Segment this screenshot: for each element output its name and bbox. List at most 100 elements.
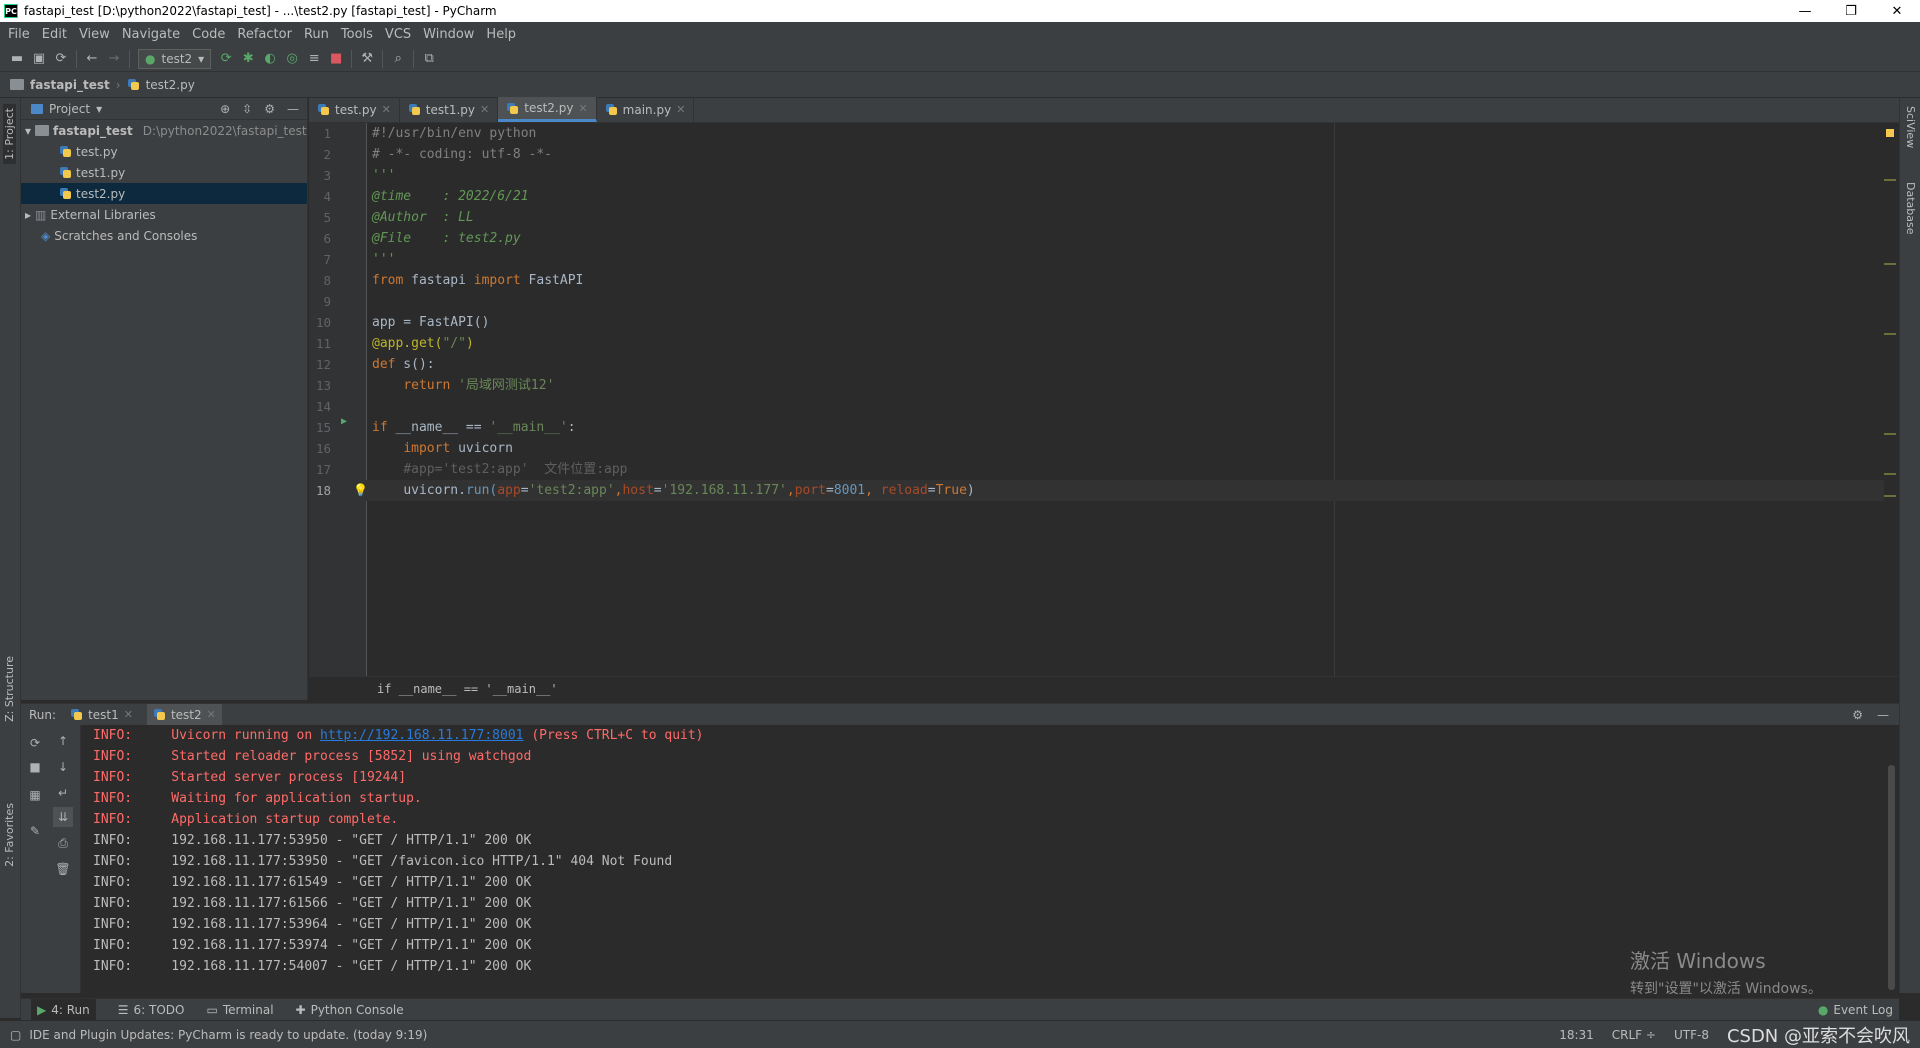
structure-tool-tab[interactable]: Z: Structure	[3, 656, 16, 722]
code-editor[interactable]: 1 2 3 4 5 6 7 8 9 10 11 12 13 14 15 16 1…	[309, 123, 1896, 676]
sciview-tool-tab[interactable]: SciView	[1904, 106, 1917, 148]
menu-edit[interactable]: Edit	[36, 27, 73, 42]
stop-icon[interactable]: ■	[25, 757, 45, 777]
run-tab-test1[interactable]: test1 ✕	[70, 708, 133, 722]
menu-view[interactable]: View	[73, 27, 116, 42]
breadcrumb-root[interactable]: fastapi_test	[30, 78, 110, 92]
python-console-tool-button[interactable]: ✚ Python Console	[296, 1003, 404, 1017]
coverage-icon[interactable]: ◐	[259, 48, 281, 70]
status-message[interactable]: IDE and Plugin Updates: PyCharm is ready…	[29, 1028, 427, 1042]
tree-item-scratches[interactable]: ◈ Scratches and Consoles	[21, 225, 307, 246]
concurrency-icon[interactable]: ≡	[303, 48, 325, 70]
forward-icon[interactable]: →	[103, 48, 125, 70]
menu-file[interactable]: File	[2, 27, 36, 42]
tab-test1-py[interactable]: test1.py ✕	[400, 97, 499, 122]
sync-icon[interactable]: ⟳	[50, 48, 72, 70]
code-token: FastAPI	[520, 273, 584, 288]
debug-icon[interactable]: ✱	[237, 48, 259, 70]
trash-icon[interactable]: 🗑	[53, 859, 73, 879]
back-icon[interactable]: ←	[81, 48, 103, 70]
stripe-mark[interactable]	[1884, 263, 1896, 265]
soft-wrap-icon[interactable]: ↵	[53, 783, 73, 803]
terminal-tool-button[interactable]: ▭ Terminal	[206, 1003, 273, 1017]
menu-window[interactable]: Window	[417, 27, 480, 42]
locate-icon[interactable]: ⊕	[220, 102, 230, 116]
close-icon[interactable]: ✕	[207, 708, 216, 721]
close-icon[interactable]: ✕	[382, 103, 391, 116]
arrow-down-icon[interactable]: ↓	[53, 757, 73, 777]
tab-label: test.py	[335, 102, 377, 117]
run-tab-label: test1	[88, 707, 119, 722]
menu-refactor[interactable]: Refactor	[231, 27, 298, 42]
save-all-icon[interactable]: ▣	[28, 48, 50, 70]
editor-breadcrumb-item[interactable]: if __name__ == '__main__'	[377, 682, 558, 696]
line-separator[interactable]: CRLF ÷	[1612, 1028, 1656, 1042]
code-token: reload	[880, 483, 928, 498]
stripe-mark[interactable]	[1884, 333, 1896, 335]
run-tab-test2[interactable]: test2 ✕	[146, 703, 222, 726]
menu-help[interactable]: Help	[480, 27, 522, 42]
restore-button[interactable]: ❐	[1828, 0, 1874, 22]
menu-navigate[interactable]: Navigate	[116, 27, 186, 42]
stripe-mark[interactable]	[1884, 495, 1896, 497]
tab-test2-py[interactable]: test2.py ✕	[498, 97, 597, 122]
run-console[interactable]: INFO: Uvicorn running on http://192.168.…	[81, 725, 1899, 993]
inspection-status-icon[interactable]	[1886, 129, 1894, 137]
console-line: INFO: 192.168.11.177:53964 - "GET / HTTP…	[93, 914, 531, 935]
code-line: #app='test2:app' 文件位置:app	[372, 459, 627, 480]
server-url-link[interactable]: http://192.168.11.177:8001	[320, 728, 524, 743]
close-icon[interactable]: ✕	[124, 708, 133, 721]
arrow-up-icon[interactable]: ↑	[53, 731, 73, 751]
profile-icon[interactable]: ◎	[281, 48, 303, 70]
tree-item-test-py[interactable]: test.py	[21, 141, 307, 162]
menu-run[interactable]: Run	[298, 27, 335, 42]
favorites-tool-tab[interactable]: 2: Favorites	[3, 803, 16, 867]
caret-position[interactable]: 18:31	[1559, 1028, 1594, 1042]
status-toggle-icon[interactable]: ▢	[10, 1028, 21, 1042]
console-scrollbar[interactable]	[1888, 765, 1895, 990]
rerun-icon[interactable]: ⟳	[215, 48, 237, 70]
pin-icon[interactable]: ✎	[25, 821, 45, 841]
stripe-mark[interactable]	[1884, 179, 1896, 181]
menu-vcs[interactable]: VCS	[379, 27, 417, 42]
gear-icon[interactable]: ⚙	[1852, 708, 1863, 722]
gear-icon[interactable]: ⚙	[264, 102, 275, 116]
settings-wrench-icon[interactable]: ⚒	[356, 48, 378, 70]
database-tool-tab[interactable]: Database	[1904, 182, 1917, 235]
tab-main-py[interactable]: main.py ✕	[597, 97, 695, 122]
tree-item-test2-py[interactable]: test2.py	[21, 183, 307, 204]
project-view-select[interactable]: Project	[49, 102, 90, 116]
stripe-mark[interactable]	[1884, 433, 1896, 435]
print-icon[interactable]: ⎙	[53, 833, 73, 853]
sdk-manager-icon[interactable]: ⧉	[418, 48, 440, 70]
stop-icon[interactable]: ■	[325, 48, 347, 70]
scroll-to-end-icon[interactable]: ⇊	[53, 807, 73, 827]
tree-item-external-libraries[interactable]: ▸ ▥ External Libraries	[21, 204, 307, 225]
menu-code[interactable]: Code	[186, 27, 231, 42]
todo-tool-button[interactable]: ☰ 6: TODO	[118, 1003, 185, 1017]
project-tool-tab[interactable]: 1: Project	[3, 104, 16, 164]
minimize-button[interactable]: —	[1782, 0, 1828, 22]
tab-test-py[interactable]: test.py ✕	[309, 97, 400, 122]
layout-icon[interactable]: ▦	[25, 785, 45, 805]
close-icon[interactable]: ✕	[676, 103, 685, 116]
hide-icon[interactable]: —	[1877, 708, 1889, 722]
run-configuration-select[interactable]: ● test2 ▾	[138, 48, 212, 69]
stripe-mark[interactable]	[1884, 473, 1896, 475]
file-encoding[interactable]: UTF-8	[1674, 1028, 1709, 1042]
rerun-icon[interactable]: ⟳	[25, 733, 45, 753]
search-icon[interactable]: ⌕	[387, 48, 409, 70]
close-icon[interactable]: ✕	[480, 103, 489, 116]
collapse-all-icon[interactable]: ⇳	[242, 102, 252, 116]
close-button[interactable]: ✕	[1874, 0, 1920, 22]
close-icon[interactable]: ✕	[578, 102, 587, 115]
breadcrumb-file[interactable]: test2.py	[146, 78, 195, 92]
hide-icon[interactable]: —	[287, 102, 299, 116]
run-gutter-icon[interactable]: ▶	[341, 416, 347, 427]
menu-tools[interactable]: Tools	[335, 27, 379, 42]
tree-item-project-root[interactable]: ▾ fastapi_test D:\python2022\fastapi_tes…	[21, 120, 307, 141]
tree-item-test1-py[interactable]: test1.py	[21, 162, 307, 183]
run-tool-button[interactable]: ▶ 4: Run	[31, 998, 96, 1021]
open-folder-icon[interactable]: ▬	[6, 48, 28, 70]
event-log-button[interactable]: ● Event Log	[1818, 1003, 1899, 1017]
